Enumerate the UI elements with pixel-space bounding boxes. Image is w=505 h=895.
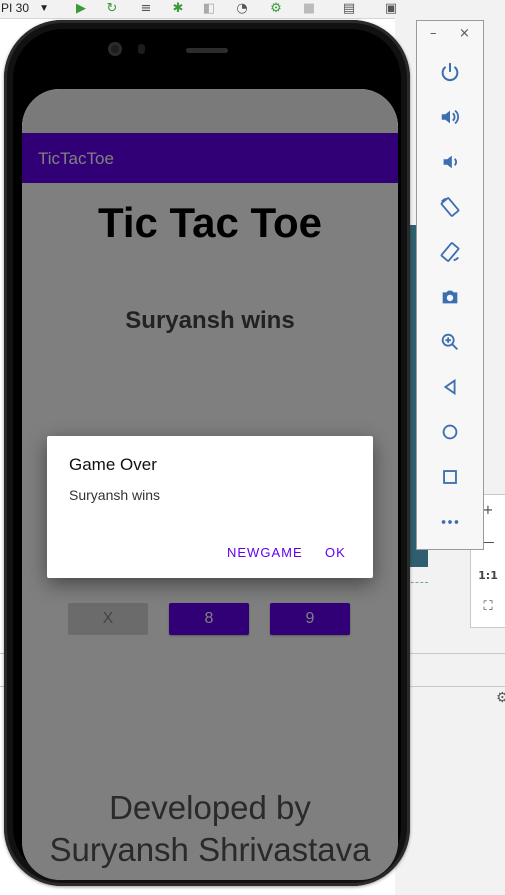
- emulator-toolbar: – ×: [416, 20, 484, 550]
- api-level-selector[interactable]: PI 30 ▼: [0, 0, 53, 17]
- power-icon[interactable]: [435, 57, 465, 87]
- device-frame: TicTacToe Tic Tac Toe Suryansh wins X 8 …: [4, 20, 410, 886]
- back-icon[interactable]: [435, 372, 465, 402]
- debug-icon[interactable]: ✱: [169, 0, 187, 17]
- dialog-title: Game Over: [69, 455, 157, 474]
- dialog-message: Suryansh wins: [69, 487, 161, 503]
- stop-icon[interactable]: ■: [300, 0, 318, 17]
- volume-up-icon[interactable]: [435, 102, 465, 132]
- minimize-icon[interactable]: –: [430, 27, 437, 41]
- camera-icon[interactable]: [435, 282, 465, 312]
- api-level-label: PI 30: [1, 1, 30, 15]
- attach-debugger-icon[interactable]: ◧: [200, 0, 218, 17]
- proximity-sensor: [138, 44, 145, 54]
- home-icon[interactable]: [435, 417, 465, 447]
- more-icon[interactable]: [435, 507, 465, 537]
- apply-changes-icon[interactable]: ↻: [103, 0, 121, 17]
- zoom-fit-icon[interactable]: ⛶: [471, 599, 505, 614]
- zoom-icon[interactable]: [435, 327, 465, 357]
- new-game-button[interactable]: NEWGAME: [227, 545, 303, 560]
- stack-icon[interactable]: ≡: [137, 0, 155, 17]
- chevron-down-icon: ▼: [39, 3, 49, 14]
- zoom-actual-size[interactable]: 1:1: [471, 569, 505, 582]
- gradle-icon[interactable]: ⚙: [267, 0, 285, 17]
- close-icon[interactable]: ×: [459, 27, 470, 41]
- earpiece-speaker: [186, 48, 228, 53]
- rotate-right-icon[interactable]: [435, 237, 465, 267]
- project-structure-icon[interactable]: ▤: [340, 0, 358, 17]
- volume-down-icon[interactable]: [435, 147, 465, 177]
- ok-button[interactable]: OK: [325, 545, 346, 560]
- ide-toolbar: PI 30 ▼ ▶ ↻ ≡ ✱ ◧ ◔ ⚙ ■ ▤ ▣: [0, 0, 505, 19]
- overview-icon[interactable]: [435, 462, 465, 492]
- layout-inspector-icon[interactable]: ▣: [382, 0, 400, 17]
- front-camera: [108, 42, 122, 56]
- profile-icon[interactable]: ◔: [233, 0, 251, 17]
- device-screen: TicTacToe Tic Tac Toe Suryansh wins X 8 …: [22, 89, 398, 880]
- game-over-dialog: Game Over Suryansh wins NEWGAME OK: [47, 436, 373, 578]
- gear-icon[interactable]: ⚙: [496, 690, 505, 706]
- rotate-left-icon[interactable]: [435, 192, 465, 222]
- run-icon[interactable]: ▶: [72, 0, 90, 17]
